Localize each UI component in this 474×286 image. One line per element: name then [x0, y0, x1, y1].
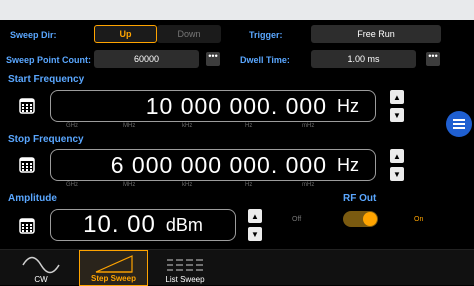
dwell-time-label: Dwell Time:: [240, 55, 290, 65]
stop-frequency-value: 6 000 000 000. 000: [110, 151, 327, 178]
increment-button[interactable]: ▲: [390, 90, 404, 104]
dwell-time-field[interactable]: 1.00 ms: [311, 50, 416, 68]
scale-hz: Hz: [245, 182, 253, 188]
sweep-point-count-field[interactable]: 60000: [94, 50, 199, 68]
start-frequency-field[interactable]: 10 000 000. 000 Hz: [50, 90, 376, 122]
scale-khz: kHz: [182, 123, 193, 129]
rf-out-label: RF Out: [343, 193, 377, 204]
sine-wave-icon: [22, 256, 60, 274]
top-status-bar: [0, 0, 474, 20]
amplitude-value: 10. 00: [83, 211, 156, 238]
increment-button[interactable]: ▲: [390, 149, 404, 163]
sweep-dir-up-button[interactable]: Up: [94, 25, 157, 43]
mode-tab-bar: CW Step Sweep List Sweep: [0, 249, 474, 286]
stop-frequency-stepper: ▲ ▼: [390, 149, 404, 181]
decrement-button[interactable]: ▼: [390, 167, 404, 181]
scale-mhz: MHz: [123, 182, 136, 188]
scale-mhz-milli: mHz: [302, 182, 315, 188]
tab-step-sweep-label: Step Sweep: [91, 274, 136, 283]
trigger-select[interactable]: Free Run: [311, 25, 441, 43]
tab-cw[interactable]: CW: [6, 250, 76, 286]
scale-mhz-milli: mHz: [302, 123, 315, 129]
start-frequency-value: 10 000 000. 000: [145, 92, 327, 119]
sweep-dir-down-button[interactable]: Down: [157, 25, 221, 43]
amplitude-stepper: ▲ ▼: [248, 209, 262, 241]
keypad-icon[interactable]: [19, 98, 35, 114]
rf-out-toggle[interactable]: [343, 211, 378, 227]
tab-cw-label: CW: [34, 275, 48, 284]
start-frequency-unit: Hz: [337, 95, 359, 116]
decrement-button[interactable]: ▼: [390, 108, 404, 122]
stop-frequency-label: Stop Frequency: [8, 134, 84, 145]
scale-ghz: GHz: [66, 182, 78, 188]
menu-icon: [453, 119, 465, 129]
side-menu-button[interactable]: [446, 111, 472, 137]
tab-step-sweep[interactable]: Step Sweep: [79, 250, 148, 286]
trigger-label: Trigger:: [249, 30, 283, 40]
amplitude-field[interactable]: 10. 00 dBm: [50, 209, 236, 241]
rf-out-off-label: Off: [292, 216, 302, 223]
start-frequency-label: Start Frequency: [8, 74, 85, 85]
stop-frequency-unit: Hz: [337, 154, 359, 175]
tab-list-sweep[interactable]: List Sweep: [150, 250, 220, 286]
amplitude-unit: dBm: [165, 214, 203, 235]
decrement-button[interactable]: ▼: [248, 227, 262, 241]
toggle-knob: [363, 212, 377, 226]
keypad-icon[interactable]: [19, 157, 35, 173]
scale-ghz: GHz: [66, 123, 78, 129]
step-sweep-icon: [95, 255, 133, 273]
increment-button[interactable]: ▲: [248, 209, 262, 223]
keypad-icon[interactable]: [19, 218, 35, 234]
point-count-more-button[interactable]: •••: [206, 52, 220, 66]
start-frequency-stepper: ▲ ▼: [390, 90, 404, 122]
list-sweep-icon: [167, 259, 203, 271]
stop-frequency-field[interactable]: 6 000 000 000. 000 Hz: [50, 149, 376, 181]
amplitude-label: Amplitude: [8, 193, 57, 204]
sweep-settings-panel: Sweep Dir: Up Down Trigger: Free Run Swe…: [0, 20, 474, 70]
rf-out-on-label: On: [414, 216, 424, 223]
sweep-dir-label: Sweep Dir:: [10, 30, 57, 40]
scale-mhz: MHz: [123, 123, 136, 129]
scale-khz: kHz: [182, 182, 193, 188]
scale-hz: Hz: [245, 123, 253, 129]
sweep-point-count-label: Sweep Point Count:: [6, 55, 91, 65]
dwell-time-more-button[interactable]: •••: [426, 52, 440, 66]
tab-list-sweep-label: List Sweep: [165, 275, 205, 284]
